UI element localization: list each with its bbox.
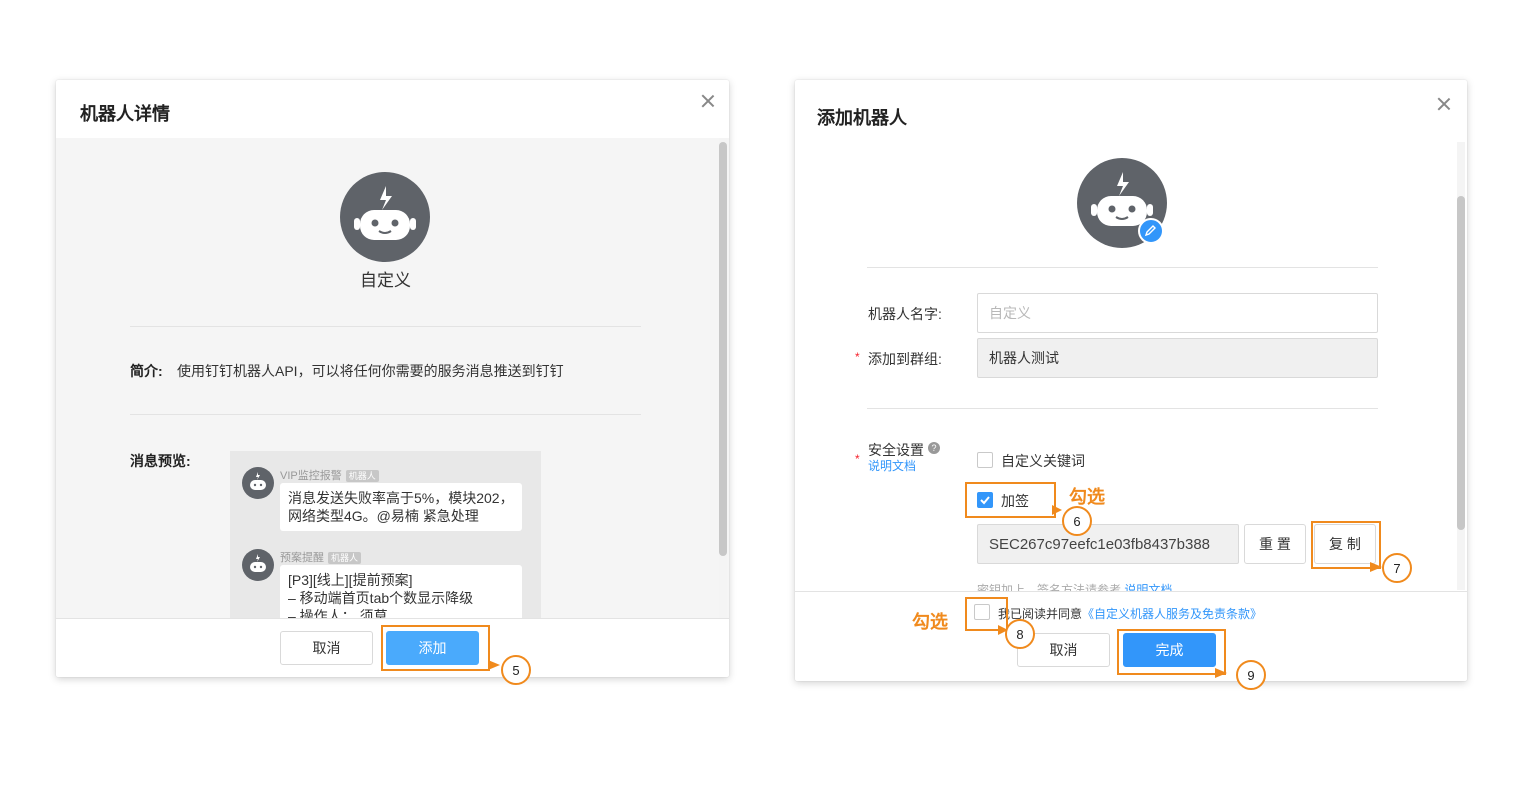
robot-detail-dialog: 机器人详情 自定义 简介: 使用钉钉机器人API，可以将任何你需要的服务消息推送…: [56, 80, 729, 677]
step-marker: 6: [1062, 506, 1092, 536]
edit-avatar-icon[interactable]: [1138, 218, 1164, 244]
message-bubble: 消息发送失败率高于5%，模块202， 网络类型4G。@易楠 紧急处理: [280, 483, 522, 531]
close-icon[interactable]: [1437, 97, 1451, 111]
annotation-arrow: [1052, 505, 1062, 515]
group-label: 添加到群组:: [868, 351, 942, 367]
reset-button[interactable]: 重 置: [1244, 524, 1306, 564]
terms-link[interactable]: 《自定义机器人服务及免责条款》: [1082, 607, 1262, 621]
keyword-label: 自定义关键词: [1001, 453, 1085, 469]
annotation-box: [381, 625, 490, 671]
keyword-checkbox[interactable]: [977, 452, 993, 468]
step-marker: 5: [501, 655, 531, 685]
add-robot-dialog: 添加机器人 机器人名字: 自定义 * 添加到群组: 机器人测试 * 安全设置 ?…: [795, 80, 1467, 681]
sign-hint: 密钥加上，签名方法请参考 说明文档: [977, 583, 1173, 591]
help-icon[interactable]: ?: [928, 442, 940, 454]
message-bubble: [P3][线上][提前预案] – 移动端首页tab个数显示降级 – 操作人： 须…: [280, 565, 522, 618]
annotation-arrow: [1215, 668, 1227, 678]
agree-text: 我已阅读并同意《自定义机器人服务及免责条款》: [998, 607, 1263, 621]
footer-divider: [795, 591, 1467, 592]
intro-text: 使用钉钉机器人API，可以将任何你需要的服务消息推送到钉钉: [177, 363, 564, 379]
message-avatar: [242, 467, 274, 499]
annotation-arrow: [488, 660, 500, 670]
message-avatar: [242, 549, 274, 581]
name-label: 机器人名字:: [868, 306, 942, 322]
intro-label: 简介:: [130, 363, 163, 379]
dialog-title: 添加机器人: [817, 108, 907, 128]
divider: [867, 408, 1378, 409]
secret-input[interactable]: SEC267c97eefc1e03fb8437b388: [977, 524, 1239, 564]
message-preview: VIP监控报警 机器人 消息发送失败率高于5%，模块202， 网络类型4G。@易楠…: [230, 451, 541, 618]
required-mark: *: [855, 350, 860, 364]
step-marker: 7: [1382, 553, 1412, 583]
annotation-arrow: [1370, 562, 1382, 572]
close-icon[interactable]: [701, 94, 715, 108]
dialog-body: 自定义 简介: 使用钉钉机器人API，可以将任何你需要的服务消息推送到钉钉 消息…: [56, 138, 729, 618]
annotation-box: [965, 482, 1056, 518]
robot-name: 自定义: [360, 271, 411, 290]
step-marker: 8: [1005, 619, 1035, 649]
footer-divider: [56, 618, 729, 619]
check-note: 勾选: [912, 612, 948, 632]
scrollbar-thumb[interactable]: [1457, 196, 1465, 530]
cancel-button[interactable]: 取消: [280, 631, 373, 665]
divider: [130, 326, 641, 327]
doc-link[interactable]: 说明文档: [868, 457, 916, 474]
required-mark: *: [855, 452, 860, 466]
message-sender: VIP监控报警 机器人: [280, 467, 379, 483]
preview-label: 消息预览:: [130, 453, 191, 469]
robot-name-input[interactable]: 自定义: [977, 293, 1378, 333]
step-marker: 9: [1236, 660, 1266, 690]
divider: [130, 414, 641, 415]
scrollbar-thumb[interactable]: [719, 142, 727, 556]
annotation-box: [1117, 629, 1226, 675]
group-select[interactable]: 机器人测试: [977, 338, 1378, 378]
robot-avatar: [340, 172, 430, 262]
dialog-title: 机器人详情: [80, 104, 170, 124]
message-sender: 预案提醒 机器人: [280, 549, 362, 565]
divider: [867, 267, 1378, 268]
